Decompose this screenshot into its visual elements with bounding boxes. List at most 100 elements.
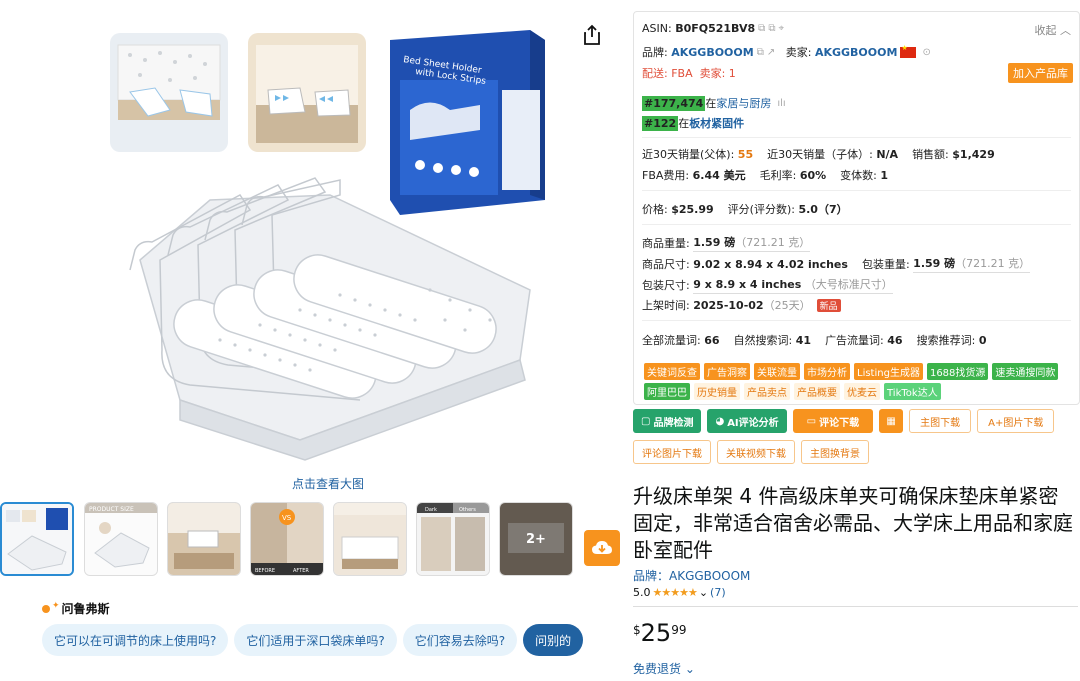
seller-count: 卖家: 1 xyxy=(699,67,736,80)
brand-check-label: 品牌检测 xyxy=(653,417,694,429)
new-product-badge: 新品 xyxy=(816,298,841,312)
rating-stars[interactable]: ★★★★★ xyxy=(653,586,698,599)
copy-alt-icon[interactable]: ⧉ xyxy=(768,23,775,34)
asin-value[interactable]: B0FQ521BV8 xyxy=(675,22,755,35)
thumbnail-6[interactable]: Dark Others xyxy=(416,502,490,576)
thumbnail-4[interactable]: VS BEFORE AFTER xyxy=(250,502,324,576)
listed-row: 上架时间: 2025-10-02 （25天） 新品 xyxy=(642,297,841,313)
fba-fee-value: 6.44 美元 xyxy=(692,169,746,182)
main-product-image[interactable]: Bed Sheet Holder with Lock Strips xyxy=(100,20,560,470)
tag-keyword-reverse[interactable]: 关键词反查 xyxy=(644,363,700,380)
thumbnail-4-vs: VS xyxy=(282,514,292,522)
thumbnail-4-before: BEFORE xyxy=(255,568,275,574)
sales30-child-value: N/A xyxy=(876,147,899,161)
divider xyxy=(633,606,1078,607)
weight-value: 1.59 磅 xyxy=(693,236,736,249)
share-icon[interactable] xyxy=(582,24,602,46)
copy-brand-icon[interactable]: ⧉ xyxy=(757,47,764,58)
traffic-rec-value: 0 xyxy=(978,333,987,347)
seller-link[interactable]: AKGGBOOOM xyxy=(815,46,897,59)
review-image-download-button[interactable]: 评论图片下载 xyxy=(633,440,711,464)
tag-history-sales[interactable]: 历史销量 xyxy=(694,383,740,400)
tag-ad-insight[interactable]: 广告洞察 xyxy=(704,363,750,380)
collapse-toggle[interactable]: 收起 ︿ xyxy=(1035,22,1072,38)
price-whole: 25 xyxy=(640,619,672,647)
tag-tiktok-influencer[interactable]: TikTok达人 xyxy=(884,383,941,400)
price-value: $25.99 xyxy=(671,202,714,216)
rufus-question-1[interactable]: 它可以在可调节的床上使用吗? xyxy=(42,624,229,656)
location-icon[interactable]: ⌖ xyxy=(778,23,784,34)
tool-tags: 关键词反查 广告洞察 关联流量 市场分析 Listing生成器 1688找货源 … xyxy=(644,363,1074,400)
comment-icon: ▭ xyxy=(806,415,817,427)
sales30-parent-label: 近30天销量(父体): xyxy=(642,148,735,161)
tag-selling-points[interactable]: 产品卖点 xyxy=(744,383,790,400)
rufus-ask-other-button[interactable]: 问别的 xyxy=(523,624,584,656)
tag-product-summary[interactable]: 产品概要 xyxy=(794,383,840,400)
weight-row: 商品重量: 1.59 磅（721.21 克） xyxy=(642,234,811,252)
rank-2-category[interactable]: 板材紧固件 xyxy=(689,115,744,131)
tag-1688-source[interactable]: 1688找货源 xyxy=(926,363,989,380)
tag-alibaba[interactable]: 阿里巴巴 xyxy=(644,383,690,400)
tag-related-traffic[interactable]: 关联流量 xyxy=(754,363,800,380)
location-pin-icon[interactable]: ⊙ xyxy=(922,47,930,58)
tag-listing-generator[interactable]: Listing生成器 xyxy=(854,363,923,380)
ai-review-button[interactable]: ◕ AI评论分析 xyxy=(707,409,787,433)
add-to-product-library-button[interactable]: 加入产品库 xyxy=(1008,63,1073,83)
traffic-row: 全部流量词: 66 自然搜索词: 41 广告流量词: 46 搜索推荐词: 0 xyxy=(642,332,986,348)
brand-link[interactable]: AKGGBOOOM xyxy=(671,46,753,59)
divider xyxy=(642,320,1071,321)
traffic-all-label: 全部流量词: xyxy=(642,334,701,347)
traffic-ad-value: 46 xyxy=(887,333,903,347)
calculator-button[interactable]: ▦ xyxy=(879,409,904,433)
brand-seller-row: 品牌: AKGGBOOOM ⧉ ↗ 卖家: AKGGBOOOM ⊙ xyxy=(642,44,931,60)
view-large-image-link[interactable]: 点击查看大图 xyxy=(0,475,656,492)
thumbnail-6-others: Others xyxy=(459,507,476,513)
rank-1-in: 在 xyxy=(705,97,717,110)
tag-youmaiyun[interactable]: 优麦云 xyxy=(844,383,880,400)
thumbnail-5[interactable] xyxy=(333,502,407,576)
thumbnail-2[interactable]: PRODUCT SIZE xyxy=(84,502,158,576)
cloud-download-button[interactable] xyxy=(584,530,620,566)
thumbnail-3[interactable] xyxy=(167,502,241,576)
rufus-question-3[interactable]: 它们容易去除吗? xyxy=(402,624,518,656)
free-returns-link[interactable]: 免费退货 ⌄ xyxy=(633,660,695,677)
pkg-size-note: （大号标准尺寸） xyxy=(804,278,893,291)
bar-chart-icon[interactable]: ılı xyxy=(777,98,785,109)
tag-aliexpress-search[interactable]: 速卖通搜同款 xyxy=(992,363,1059,380)
revenue-value: $1,429 xyxy=(952,147,995,161)
tag-market-analysis[interactable]: 市场分析 xyxy=(804,363,850,380)
copy-icon[interactable]: ⧉ xyxy=(758,23,765,34)
thumbnail-more[interactable]: 2+ xyxy=(499,502,573,576)
rufus-icon xyxy=(42,604,50,613)
price-label: 价格: xyxy=(642,203,668,216)
ai-review-label: AI评论分析 xyxy=(727,417,779,429)
seller-label: 卖家: xyxy=(785,46,812,59)
main-image-download-button[interactable]: 主图下载 xyxy=(909,409,972,433)
pkg-size-label: 包装尺寸: xyxy=(642,279,690,292)
pkg-size-value: 9 x 8.9 x 4 inches xyxy=(693,278,802,291)
rating-count-link[interactable]: (7) xyxy=(710,586,726,599)
product-price: $ 25 99 xyxy=(633,620,686,646)
related-video-download-button[interactable]: 关联视频下载 xyxy=(717,440,795,464)
review-download-button[interactable]: ▭ 评论下载 xyxy=(792,409,874,433)
product-brand-link[interactable]: 品牌：AKGGBOOOM xyxy=(633,567,750,584)
rank-1-category[interactable]: 家居与厨房 xyxy=(716,95,771,111)
product-rating: 5.0 ★★★★★ ⌄ (7) xyxy=(633,586,726,599)
rufus-question-2[interactable]: 它们适用于深口袋床单吗? xyxy=(234,624,397,656)
cloud-download-icon xyxy=(592,541,612,554)
external-link-icon[interactable]: ↗ xyxy=(767,47,775,58)
thumbnail-1[interactable] xyxy=(0,502,74,576)
revenue-label: 销售额: xyxy=(912,148,949,161)
aplus-image-download-button[interactable]: A+图片下载 xyxy=(977,409,1055,433)
divider xyxy=(642,190,1071,191)
listed-label: 上架时间: xyxy=(642,299,690,312)
seller-plugin-panel: ASIN: B0FQ521BV8 ⧉ ⧉ ⌖ 收起 ︿ 品牌: AKGGBOOO… xyxy=(633,11,1080,405)
main-image-background-button[interactable]: 主图换背景 xyxy=(801,440,869,464)
china-flag-icon xyxy=(900,44,917,58)
divider xyxy=(642,224,1071,225)
brand-check-button[interactable]: ▢ 品牌检测 xyxy=(633,409,702,433)
fee-row: FBA费用: 6.44 美元 毛利率: 60% 变体数: 1 xyxy=(642,167,888,183)
brand-label: 品牌: xyxy=(642,46,668,59)
rating-label: 评分(评分数): xyxy=(727,203,795,216)
chevron-down-icon[interactable]: ⌄ xyxy=(699,586,708,599)
